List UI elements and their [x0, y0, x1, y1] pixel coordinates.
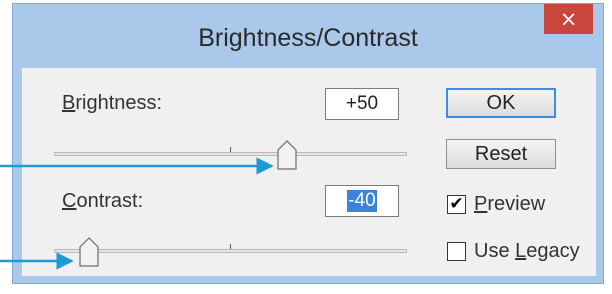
brightness-value-field[interactable]: +50	[325, 88, 399, 120]
contrast-label: Contrast:	[62, 190, 144, 212]
use-legacy-label: Use Legacy	[474, 240, 580, 262]
contrast-value-field[interactable]: -40	[325, 185, 399, 217]
brightness-slider-thumb[interactable]	[277, 140, 297, 170]
ok-button[interactable]: OK	[446, 88, 556, 118]
contrast-value: -40	[347, 190, 377, 212]
dialog-title: Brightness/Contrast	[198, 24, 418, 52]
brightness-label: Brightness:	[62, 92, 163, 114]
brightness-slider-track[interactable]	[54, 152, 407, 156]
dialog-body: Brightness: +50 Contrast: -40 OK Reset ✔…	[22, 68, 596, 276]
contrast-center-tick	[230, 244, 231, 249]
close-button[interactable]: ×	[544, 4, 593, 34]
title-bar[interactable]: Brightness/Contrast ×	[13, 4, 603, 68]
close-icon: ×	[559, 7, 578, 31]
preview-label: Preview	[474, 193, 546, 215]
reset-button[interactable]: Reset	[446, 139, 556, 169]
preview-option[interactable]: ✔ Preview	[447, 193, 577, 217]
use-legacy-checkbox[interactable]	[447, 242, 466, 261]
checkmark-icon: ✔	[449, 194, 464, 214]
preview-checkbox[interactable]: ✔	[447, 195, 466, 214]
brightness-contrast-dialog: Brightness/Contrast × Brightness: +50 Co…	[12, 3, 604, 284]
brightness-center-tick	[230, 147, 231, 152]
contrast-slider-thumb[interactable]	[79, 237, 99, 267]
use-legacy-option[interactable]: Use Legacy	[447, 240, 597, 264]
contrast-slider-track[interactable]	[54, 249, 407, 253]
brightness-value: +50	[345, 93, 379, 114]
